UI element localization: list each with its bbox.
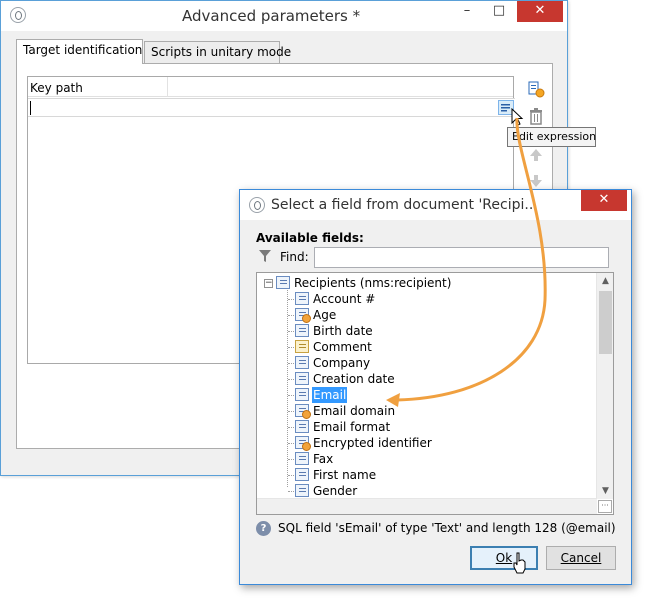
tree-guide-branch xyxy=(288,459,294,460)
tree-guide-branch xyxy=(288,331,294,332)
tree-guide-branch xyxy=(288,315,294,316)
key-path-input[interactable] xyxy=(28,98,515,117)
column-separator xyxy=(167,77,168,97)
dialog-title: Select a field from document 'Recipi... xyxy=(271,197,538,213)
close-button[interactable]: ✕ xyxy=(517,1,563,22)
tree-guide-branch xyxy=(288,379,294,380)
tree-root-label: Recipients (nms:recipient) xyxy=(294,276,452,290)
dialog-titlebar[interactable]: Select a field from document 'Recipi... … xyxy=(240,190,631,220)
field-icon xyxy=(295,388,309,401)
tree-item-label: Birth date xyxy=(313,324,373,338)
maximize-button[interactable]: □ xyxy=(485,1,513,22)
key-path-column-label: Key path xyxy=(30,81,83,95)
field-icon xyxy=(295,356,309,369)
table-icon xyxy=(276,276,290,289)
text-caret xyxy=(30,101,31,115)
scroll-up-icon[interactable]: ▲ xyxy=(597,273,613,289)
available-fields-tree[interactable]: − Recipients (nms:recipient) Account # Ag… xyxy=(256,272,614,515)
field-icon xyxy=(295,372,309,385)
collapse-expander[interactable]: − xyxy=(264,279,273,288)
ok-button-label: Ok xyxy=(495,551,513,565)
arrow-up-icon xyxy=(530,149,542,161)
main-titlebar[interactable]: Advanced parameters * – □ ✕ xyxy=(1,1,567,31)
edit-expression-tooltip: Edit expression xyxy=(507,127,596,147)
dialog-close-button[interactable]: ✕ xyxy=(581,190,627,211)
tree-guide-branch xyxy=(288,411,294,412)
mouse-pointer-icon xyxy=(511,108,524,126)
dialog-app-icon xyxy=(249,197,265,213)
tree-item-label: Comment xyxy=(313,340,372,354)
tree-item-label: Company xyxy=(313,356,371,370)
arrow-down-icon xyxy=(530,175,542,187)
main-window-title: Advanced parameters * xyxy=(182,7,361,25)
field-icon xyxy=(295,292,309,305)
tree-guide-branch xyxy=(288,475,294,476)
select-field-dialog: Select a field from document 'Recipi... … xyxy=(239,189,632,585)
cancel-button-label: Cancel xyxy=(560,551,602,565)
field-icon xyxy=(295,468,309,481)
find-label: Find: xyxy=(280,250,309,264)
field-icon xyxy=(295,484,309,497)
scroll-thumb[interactable] xyxy=(599,291,612,354)
cancel-button[interactable]: Cancel xyxy=(546,546,616,570)
minimize-button[interactable]: – xyxy=(453,1,481,22)
tree-item-label: Account # xyxy=(313,292,376,306)
tree-item-label: Fax xyxy=(313,452,334,466)
tab-scripts-unitary-mode[interactable]: Scripts in unitary mode xyxy=(144,41,291,64)
tree-item-label: Encrypted identifier xyxy=(313,436,432,450)
tree-guide-branch xyxy=(288,443,294,444)
field-description-text: SQL field 'sEmail' of type 'Text' and le… xyxy=(278,521,616,535)
tree-guide-branch xyxy=(288,347,294,348)
filter-icon xyxy=(259,250,271,262)
available-fields-label: Available fields: xyxy=(256,231,364,245)
tree-item-label: Email format xyxy=(313,420,391,434)
tree-guide-branch xyxy=(288,363,294,364)
linked-field-icon xyxy=(295,308,311,323)
field-icon xyxy=(295,452,309,465)
app-icon xyxy=(10,7,26,23)
scroll-down-icon[interactable]: ▼ xyxy=(597,483,613,499)
move-down-button[interactable] xyxy=(527,172,545,190)
more-options-icon[interactable]: ··· xyxy=(598,500,612,513)
hand-pointer-icon xyxy=(513,552,526,574)
tree-vertical-scrollbar[interactable]: ▲ ▼ xyxy=(596,273,613,499)
tree-guide-branch xyxy=(288,395,294,396)
tab-target-identification[interactable]: Target identification xyxy=(16,39,143,64)
tree-item-label: First name xyxy=(313,468,377,482)
tree-item-label: Email xyxy=(312,387,348,403)
delete-button[interactable] xyxy=(527,107,545,125)
memo-field-icon xyxy=(295,340,309,353)
key-path-column-header[interactable]: Key path xyxy=(28,77,513,97)
tree-item-label: Creation date xyxy=(313,372,395,386)
field-icon xyxy=(295,420,309,433)
help-icon: ? xyxy=(256,521,271,536)
tree-guide-branch xyxy=(288,299,294,300)
tree-guide-line xyxy=(287,290,288,487)
tree-horizontal-area xyxy=(257,498,597,514)
tree-item-label: Gender xyxy=(313,484,358,498)
add-expression-button[interactable] xyxy=(527,80,545,98)
add-icon xyxy=(528,81,545,98)
tree-guide-branch xyxy=(288,491,294,492)
linked-field-icon xyxy=(295,436,311,451)
tree-item-label: Age xyxy=(313,308,337,322)
trash-icon xyxy=(530,108,542,125)
linked-field-icon xyxy=(295,404,311,419)
tree-guide-branch xyxy=(288,427,294,428)
field-icon xyxy=(295,324,309,337)
move-up-button[interactable] xyxy=(527,146,545,164)
tree-item-label: Email domain xyxy=(313,404,396,418)
find-input[interactable] xyxy=(314,247,609,268)
